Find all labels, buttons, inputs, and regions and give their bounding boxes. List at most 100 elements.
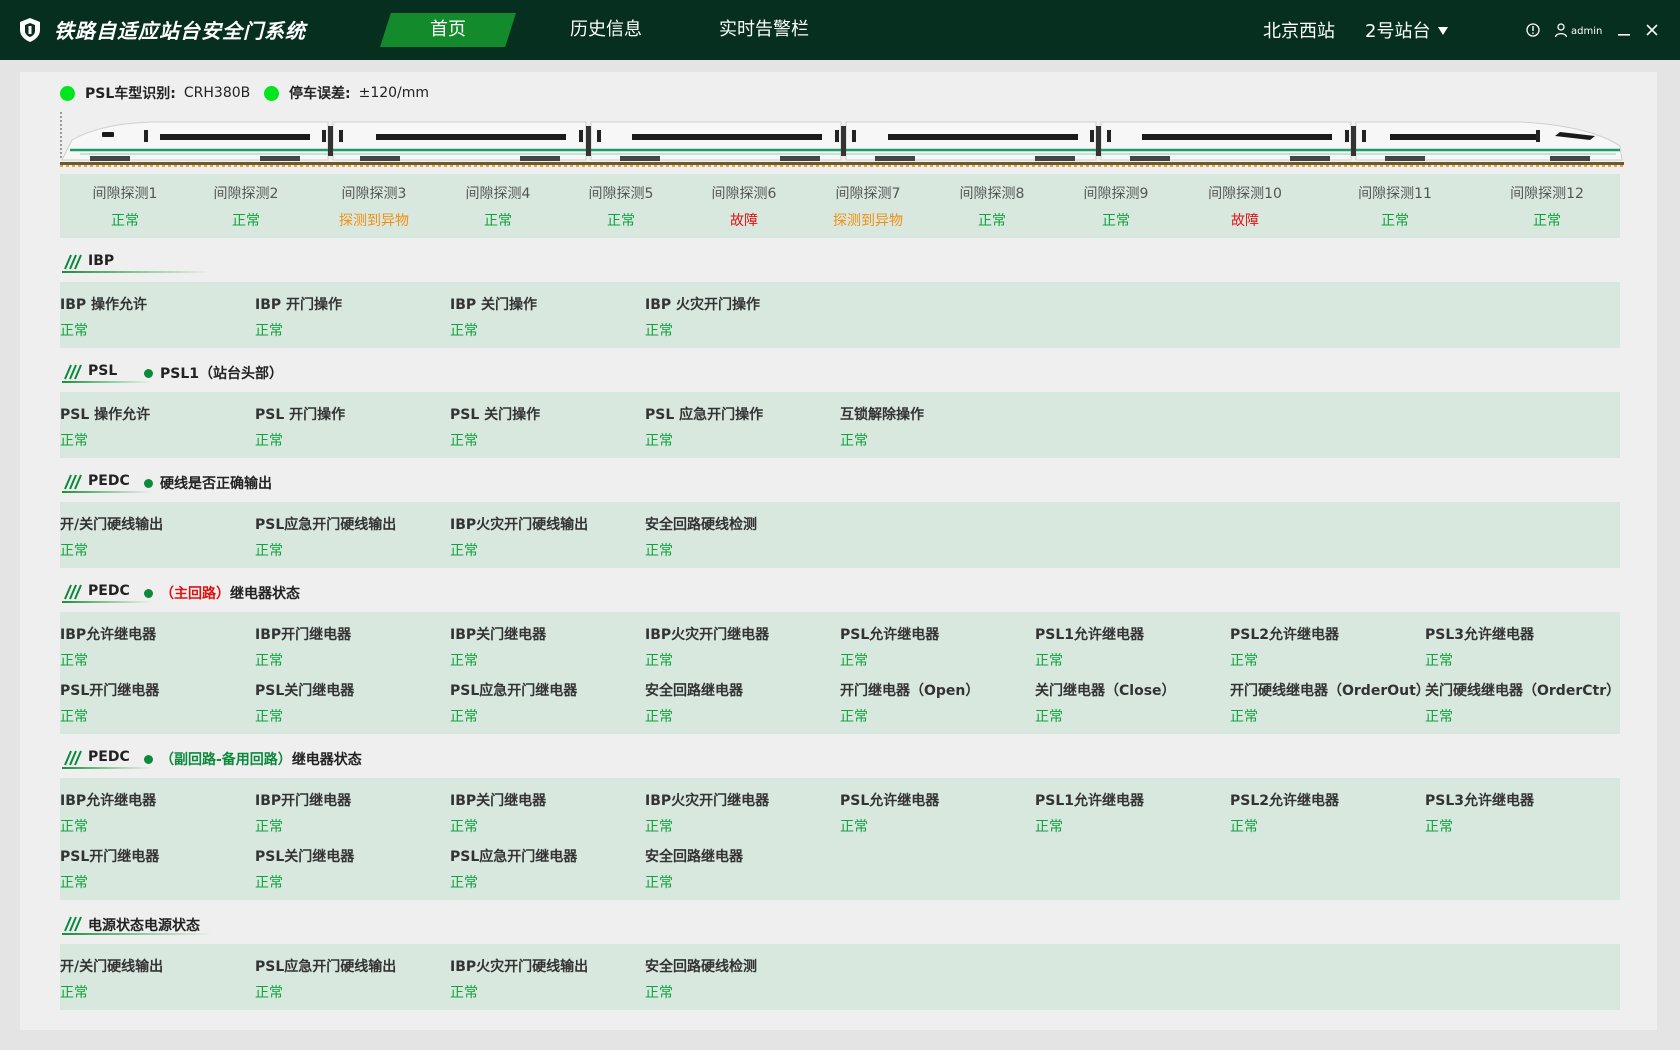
item-status: 正常 <box>450 819 478 835</box>
stop-error-status: 停车误差: ±120/mm <box>264 83 429 103</box>
tab-history[interactable]: 历史信息 <box>548 13 664 47</box>
item-label: PSL 开门操作 <box>255 407 346 423</box>
item-status: 正常 <box>60 709 88 725</box>
item-status: 正常 <box>840 433 868 449</box>
section-subtitle-text: 继电器状态 <box>230 586 300 602</box>
item-label: IBP允许继电器 <box>60 793 157 809</box>
item-status: 正常 <box>1425 819 1453 835</box>
item-status: 正常 <box>450 985 478 1001</box>
subtitle-dot-icon <box>144 754 153 764</box>
gap-detection-label: 间隙探测3 <box>341 186 407 202</box>
status-dot-icon <box>264 85 279 101</box>
item-label: PSL允许继电器 <box>840 793 940 809</box>
item-status: 正常 <box>645 433 673 449</box>
minimize-icon[interactable] <box>1616 22 1632 38</box>
info-icon[interactable] <box>1525 22 1541 38</box>
item-status: 正常 <box>255 709 283 725</box>
section-subtitle-highlight: （副回路-备用回路） <box>160 752 292 768</box>
platform-select[interactable]: 2号站台 <box>1365 17 1449 43</box>
item-status: 正常 <box>60 433 88 449</box>
item-label: IBP开门继电器 <box>255 793 352 809</box>
item-status: 正常 <box>60 819 88 835</box>
item-label: IBP关门继电器 <box>450 793 547 809</box>
item-status: 正常 <box>645 653 673 669</box>
item-label: 关门继电器（Close） <box>1035 683 1176 699</box>
item-status: 正常 <box>645 875 673 891</box>
item-status: 正常 <box>1035 819 1063 835</box>
item-status: 正常 <box>255 543 283 559</box>
pedc-hardwire-block: 开/关门硬线输出 正常 PSL应急开门硬线输出 正常 IBP火灾开门硬线输出 正常 安… <box>60 502 1620 568</box>
item-label: PSL开门继电器 <box>60 849 160 865</box>
section-header-pedc-hardwire: PEDC 硬线是否正确输出 <box>60 470 1260 496</box>
section-title: 电源状态电源状态 <box>88 918 200 934</box>
section-title: PSL <box>88 363 118 379</box>
gap-detection-label: 间隙探测4 <box>465 186 531 202</box>
gap-detection-label: 间隙探测8 <box>959 186 1025 202</box>
item-status: 正常 <box>255 653 283 669</box>
gap-detection-label: 间隙探测12 <box>1510 186 1584 202</box>
item-status: 正常 <box>645 543 673 559</box>
item-label: IBP开门继电器 <box>255 627 352 643</box>
item-label: 互锁解除操作 <box>840 407 924 423</box>
psl-type-value: CRH380B <box>183 85 251 101</box>
section-underline <box>62 271 212 273</box>
user-icon[interactable] <box>1553 22 1569 38</box>
section-title: PEDC <box>88 583 130 599</box>
item-status: 正常 <box>645 709 673 725</box>
gap-detection-status: 正常 <box>1102 213 1130 229</box>
close-icon[interactable] <box>1644 22 1660 38</box>
item-label: 安全回路硬线检测 <box>645 959 757 975</box>
status-dot-icon <box>60 85 75 101</box>
item-label: 安全回路继电器 <box>645 849 743 865</box>
caret-down-icon <box>1438 27 1449 35</box>
gap-detection-status: 正常 <box>978 213 1006 229</box>
psl-block: PSL 操作允许 正常 PSL 开门操作 正常 PSL 关门操作 正常 PSL 应急开… <box>60 392 1620 458</box>
item-label: 开门继电器（Open） <box>840 683 980 699</box>
pedc-main-block: IBP允许继电器 正常 IBP开门继电器 正常 IBP关门继电器 正常 IBP火灾开门… <box>60 612 1620 734</box>
item-label: IBP关门继电器 <box>450 627 547 643</box>
gap-detection-status: 正常 <box>607 213 635 229</box>
gap-detection-label: 间隙探测11 <box>1358 186 1432 202</box>
item-label: 开/关门硬线输出 <box>60 517 164 533</box>
tab-home[interactable]: 首页 <box>380 13 516 47</box>
item-label: PSL应急开门硬线输出 <box>255 959 397 975</box>
platform-label: 2号站台 <box>1365 21 1431 42</box>
gap-detection-label: 间隙探测2 <box>213 186 279 202</box>
item-status: 正常 <box>450 433 478 449</box>
item-label: PSL3允许继电器 <box>1425 793 1535 809</box>
item-status: 正常 <box>450 875 478 891</box>
subtitle-dot-icon <box>144 368 153 378</box>
section-slash-icon <box>64 474 82 490</box>
item-label: IBP 开门操作 <box>255 297 343 313</box>
item-label: IBP火灾开门硬线输出 <box>450 959 589 975</box>
section-slash-icon <box>64 750 82 766</box>
section-header-pedc-backup: PEDC （副回路-备用回路） 继电器状态 <box>60 746 1260 772</box>
gap-detection-status: 正常 <box>111 213 139 229</box>
item-label: PSL允许继电器 <box>840 627 940 643</box>
item-label: IBP 关门操作 <box>450 297 538 313</box>
section-header-pedc-main: PEDC （主回路） 继电器状态 <box>60 580 1260 606</box>
item-label: PSL 关门操作 <box>450 407 541 423</box>
item-label: IBP火灾开门继电器 <box>645 627 770 643</box>
item-label: PSL关门继电器 <box>255 683 355 699</box>
user-name[interactable]: admin <box>1571 26 1602 37</box>
psl-type-status: PSL车型识别: CRH380B <box>60 83 250 103</box>
pedc-backup-block: IBP允许继电器 正常 IBP开门继电器 正常 IBP关门继电器 正常 IBP火灾开门… <box>60 778 1620 900</box>
gap-detection-status: 故障 <box>730 213 758 229</box>
item-label: 安全回路硬线检测 <box>645 517 757 533</box>
tab-alarms[interactable]: 实时告警栏 <box>708 13 820 47</box>
section-title: PEDC <box>88 749 130 765</box>
section-underline <box>62 767 152 769</box>
item-label: PSL应急开门硬线输出 <box>255 517 397 533</box>
item-status: 正常 <box>450 709 478 725</box>
item-label: PSL开门继电器 <box>60 683 160 699</box>
item-label: PSL应急开门继电器 <box>450 849 578 865</box>
subtitle-dot-icon <box>144 478 153 488</box>
section-header-psl: PSL PSL1（站台头部） <box>60 360 1260 386</box>
item-status: 正常 <box>1035 653 1063 669</box>
item-status: 正常 <box>255 433 283 449</box>
item-status: 正常 <box>1425 653 1453 669</box>
section-slash-icon <box>64 254 82 270</box>
gap-detection-label: 间隙探测1 <box>92 186 158 202</box>
section-subtitle-text: 硬线是否正确输出 <box>160 476 272 492</box>
